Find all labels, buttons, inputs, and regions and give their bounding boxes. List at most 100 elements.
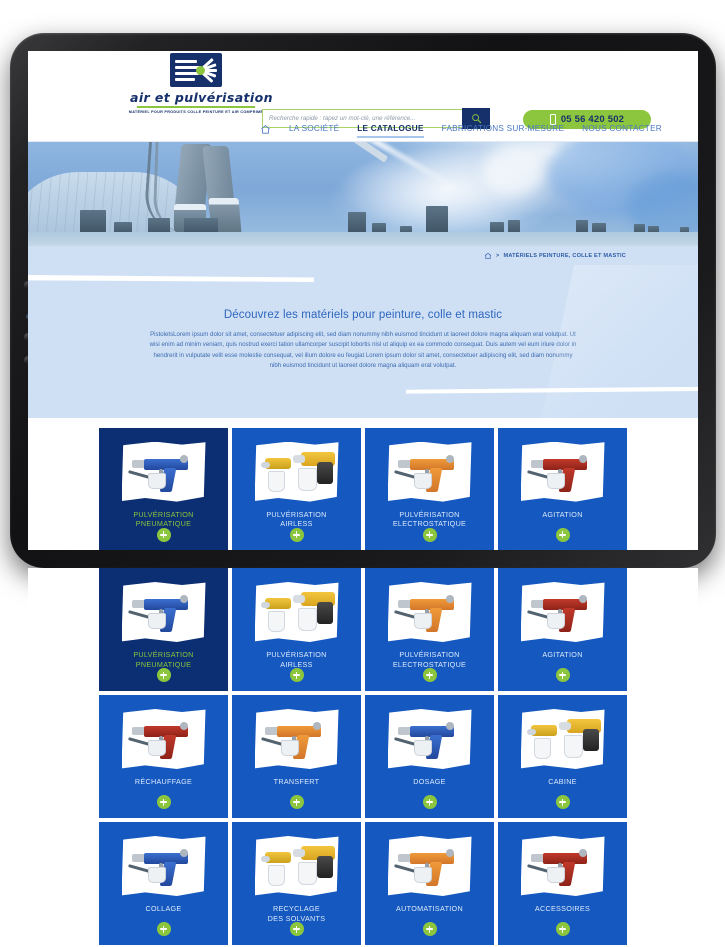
card-image xyxy=(254,582,339,642)
card-label: PULVÉRISATION ELECTROSTATIQUE xyxy=(392,650,467,669)
nav-home-link[interactable] xyxy=(260,124,271,135)
card-label: PULVÉRISATION PNEUMATIQUE xyxy=(133,650,194,669)
catalogue-row: PULVÉRISATION PNEUMATIQUE PULVÉRISATION AIR… xyxy=(28,427,698,550)
breadcrumb-current: MATÉRIELS PEINTURE, COLLE ET MASTIC xyxy=(503,252,626,259)
catalogue-card[interactable]: PULVÉRISATION ELECTROSTATIQUE xyxy=(365,568,494,691)
catalogue-card[interactable]: PULVÉRISATION ELECTROSTATIQUE xyxy=(365,427,494,550)
plus-icon[interactable] xyxy=(422,527,437,542)
card-image xyxy=(387,709,472,769)
plus-icon[interactable] xyxy=(289,795,304,809)
plus-icon[interactable] xyxy=(156,922,171,936)
catalogue-card[interactable]: AGITATION xyxy=(498,568,627,691)
catalogue-card[interactable]: AUTOMATISATION xyxy=(365,822,494,945)
product-illustration xyxy=(526,587,599,637)
card-image xyxy=(121,582,206,642)
product-illustration xyxy=(127,714,200,764)
product-illustration xyxy=(260,714,333,764)
card-label: ACCESSOIRES xyxy=(534,904,591,913)
card-image xyxy=(387,582,472,642)
catalogue-card[interactable]: PULVÉRISATION AIRLESS xyxy=(232,427,361,550)
decorative-swoosh-top xyxy=(28,275,314,282)
hero-banner-image xyxy=(28,142,698,246)
nav-item-le-catalogue[interactable]: LE CATALOGUE xyxy=(357,124,425,138)
card-image xyxy=(520,709,605,769)
main-navigation: LA SOCIÉTÉ LE CATALOGUE FABRICATIONS SUR… xyxy=(28,118,698,142)
card-label: TRANSFERT xyxy=(273,777,320,786)
logo-mark-icon xyxy=(170,53,222,87)
catalogue-card[interactable]: ACCESSOIRES xyxy=(498,822,627,945)
nav-item-la-societe[interactable]: LA SOCIÉTÉ xyxy=(289,124,339,136)
card-image xyxy=(387,441,472,502)
logo-wordmark: air et pulvérisation xyxy=(130,90,273,105)
catalogue-grid: PULVÉRISATION PNEUMATIQUE PULVÉRISATION AIR… xyxy=(28,417,698,550)
plus-icon[interactable] xyxy=(289,922,304,936)
catalogue-card[interactable]: CABINE xyxy=(498,695,627,818)
card-label: COLLAGE xyxy=(145,904,182,913)
catalogue-card[interactable]: AGITATION xyxy=(498,427,627,550)
site-header: air et pulvérisation MATÉRIEL POUR PRODU… xyxy=(28,51,698,129)
plus-icon[interactable] xyxy=(555,668,570,682)
plus-icon[interactable] xyxy=(156,527,171,542)
catalogue-card[interactable]: COLLAGE xyxy=(99,822,228,945)
card-label: RÉCHAUFFAGE xyxy=(134,777,193,786)
catalogue-row: RÉCHAUFFAGE TRANSFERT DOSAGE CABINE xyxy=(28,695,698,818)
plus-icon[interactable] xyxy=(422,668,437,682)
card-image xyxy=(520,582,605,642)
product-illustration xyxy=(259,446,335,498)
plus-icon[interactable] xyxy=(555,795,570,809)
card-image xyxy=(254,441,339,502)
plus-icon[interactable] xyxy=(156,795,171,809)
catalogue-card[interactable]: PULVÉRISATION AIRLESS xyxy=(232,568,361,691)
card-label: AUTOMATISATION xyxy=(396,904,463,913)
card-image xyxy=(254,836,339,896)
nav-item-fabrications-sur-mesure[interactable]: FABRICATIONS SUR-MESURE xyxy=(442,124,565,136)
catalogue-card[interactable]: RÉCHAUFFAGE xyxy=(99,695,228,818)
catalogue-card[interactable]: DOSAGE xyxy=(365,695,494,818)
card-label: PULVÉRISATION AIRLESS xyxy=(266,509,327,529)
card-label: CABINE xyxy=(548,777,577,786)
card-label: PULVÉRISATION PNEUMATIQUE xyxy=(133,509,194,529)
plus-icon[interactable] xyxy=(555,922,570,936)
logo-tagline: MATÉRIEL POUR PRODUITS COLLE PEINTURE ET… xyxy=(128,110,264,115)
catalogue-card[interactable]: TRANSFERT xyxy=(232,695,361,818)
product-illustration xyxy=(259,586,335,638)
catalogue-row: COLLAGE RECYCLAGE DES SOLVANTS AUTOMATISATI… xyxy=(28,822,698,945)
logo-divider xyxy=(137,106,255,108)
catalogue-grid-lower: PULVÉRISATION PNEUMATIQUE PULVÉRISATION AIR… xyxy=(28,568,698,947)
plus-icon[interactable] xyxy=(156,668,171,682)
catalogue-card[interactable]: PULVÉRISATION PNEUMATIQUE xyxy=(99,568,228,691)
product-illustration xyxy=(525,713,601,765)
card-label: PULVÉRISATION ELECTROSTATIQUE xyxy=(392,509,467,529)
catalogue-card[interactable]: RECYCLAGE DES SOLVANTS xyxy=(232,822,361,945)
product-illustration xyxy=(526,841,599,891)
site-logo[interactable]: air et pulvérisation MATÉRIEL POUR PRODU… xyxy=(129,53,273,114)
product-illustration xyxy=(127,841,200,891)
plus-icon[interactable] xyxy=(422,922,437,936)
plus-icon[interactable] xyxy=(289,668,304,682)
plus-icon[interactable] xyxy=(289,527,304,542)
plus-icon[interactable] xyxy=(422,795,437,809)
product-illustration xyxy=(393,714,466,764)
intro-section: Découvrez les matériels pour peinture, c… xyxy=(28,265,698,418)
card-image xyxy=(387,836,472,896)
card-image xyxy=(520,441,605,502)
card-image xyxy=(254,709,339,769)
home-icon xyxy=(261,125,270,134)
product-illustration xyxy=(127,447,200,497)
home-icon[interactable] xyxy=(484,252,492,260)
card-label: RECYCLAGE DES SOLVANTS xyxy=(267,904,326,923)
plus-icon[interactable] xyxy=(555,527,570,542)
product-illustration xyxy=(393,447,466,497)
catalogue-card[interactable]: PULVÉRISATION PNEUMATIQUE xyxy=(99,427,228,550)
catalogue-row: PULVÉRISATION PNEUMATIQUE PULVÉRISATION AIR… xyxy=(28,568,698,691)
nav-item-nous-contacter[interactable]: NOUS CONTACTER xyxy=(582,124,662,136)
breadcrumb: > MATÉRIELS PEINTURE, COLLE ET MASTIC xyxy=(28,246,698,265)
product-illustration xyxy=(393,841,466,891)
card-label: DOSAGE xyxy=(413,777,446,786)
card-image xyxy=(520,836,605,896)
product-illustration xyxy=(526,447,599,497)
card-image xyxy=(121,441,206,502)
card-label: AGITATION xyxy=(542,650,583,659)
page-lower-region: PULVÉRISATION PNEUMATIQUE PULVÉRISATION AIR… xyxy=(28,568,698,947)
product-illustration xyxy=(127,587,200,637)
